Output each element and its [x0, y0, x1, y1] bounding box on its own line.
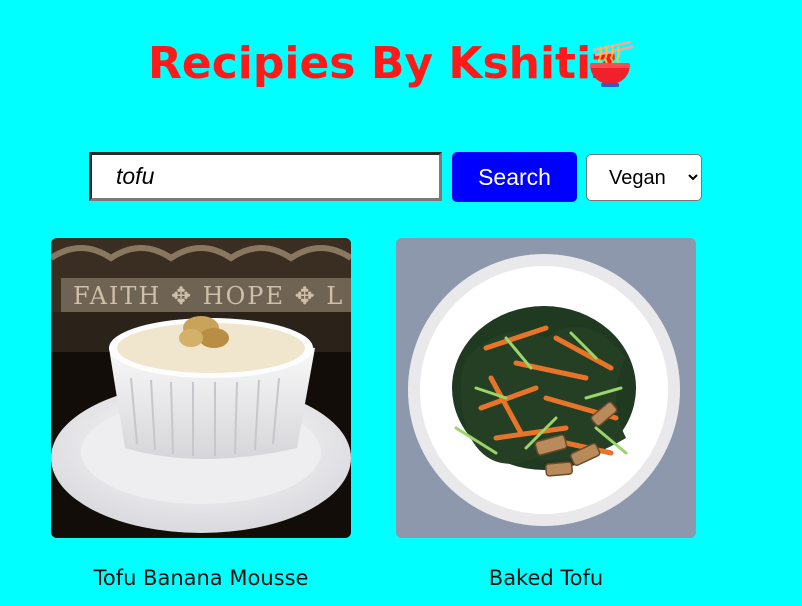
recipe-image[interactable] [396, 238, 696, 538]
page-title: Recipies By Kshitiz [148, 38, 617, 89]
recipe-card[interactable]: Baked Tofu [396, 238, 696, 590]
search-input[interactable] [89, 152, 442, 201]
recipe-title[interactable]: Tofu Banana Mousse [51, 566, 351, 590]
recipe-card[interactable]: FAITH ✥ HOPE ✥ L Tofu Banana Mousse [51, 238, 351, 590]
page: Recipies By Kshitiz Search Vegan [0, 0, 802, 606]
recipe-image[interactable]: FAITH ✥ HOPE ✥ L [51, 238, 351, 538]
noodle-bowl-icon [590, 40, 634, 87]
search-button[interactable]: Search [452, 152, 577, 202]
recipe-title[interactable]: Baked Tofu [396, 566, 696, 590]
svg-text:FAITH ✥ HOPE ✥ L: FAITH ✥ HOPE ✥ L [73, 282, 344, 310]
diet-filter-select[interactable]: Vegan [586, 154, 702, 201]
